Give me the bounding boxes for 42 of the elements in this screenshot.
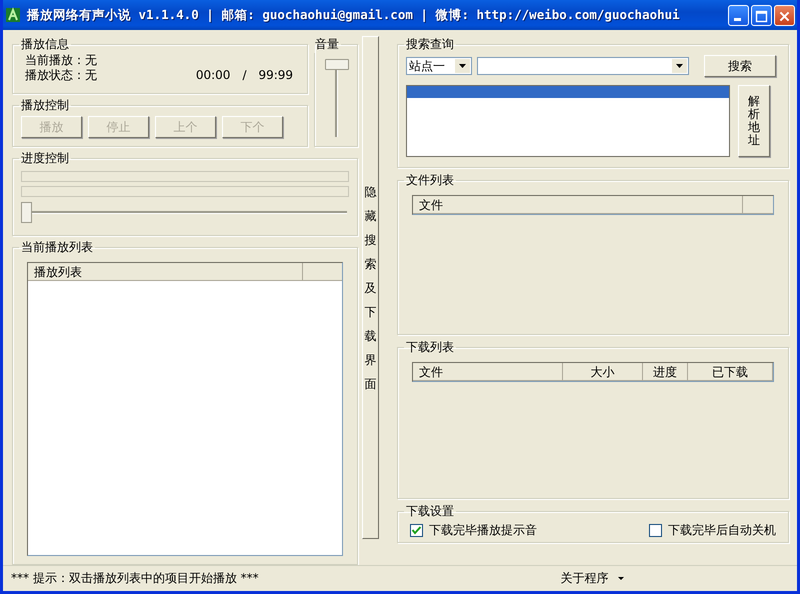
search-button[interactable]: 搜索 (704, 55, 776, 77)
checkbox[interactable] (410, 524, 423, 537)
group-title: 音量 (314, 36, 340, 53)
close-button[interactable] (774, 4, 795, 26)
elapsed-time: 00:00 (196, 68, 230, 83)
results-list[interactable] (406, 85, 730, 157)
group-title: 下载列表 (405, 339, 455, 356)
playlist-table[interactable]: 播放列表 (27, 262, 344, 556)
maximize-button[interactable] (751, 4, 772, 26)
column-header[interactable]: 文件 (413, 363, 563, 380)
parse-address-button[interactable]: 解析地址 (738, 85, 770, 157)
group-title: 进度控制 (20, 150, 70, 167)
minimize-icon (734, 18, 741, 20)
caret-icon (616, 576, 625, 581)
group-title: 下载设置 (405, 503, 455, 520)
download-table[interactable]: 文件 大小 进度 已下载 (412, 362, 774, 382)
slider-thumb[interactable] (325, 59, 350, 70)
column-header[interactable]: 进度 (643, 363, 688, 380)
group-title: 播放信息 (20, 36, 70, 53)
site-dropdown[interactable]: 站点一 (406, 57, 472, 75)
minimize-button[interactable] (728, 4, 749, 26)
query-field[interactable] (477, 57, 689, 75)
slider-thumb[interactable] (21, 202, 32, 223)
column-header[interactable]: 已下载 (688, 363, 773, 380)
checkbox-label[interactable]: 下载完毕播放提示音 (429, 522, 537, 539)
window-title: 播放网络有声小说 v1.1.4.0 | 邮箱: guochaohui@gmail.com | 微博: http://weibo.com/guochaohui (27, 6, 680, 24)
column-header[interactable]: 大小 (563, 363, 643, 380)
total-time: 99:99 (258, 68, 294, 83)
group-title: 播放控制 (20, 97, 70, 114)
status-label: 播放状态：无 (25, 68, 98, 83)
checkbox-label[interactable]: 下载完毕后自动关机 (668, 522, 776, 539)
time-separator: / (242, 68, 246, 83)
splitter-button[interactable]: 隐藏搜索及下载界面 (362, 36, 379, 539)
group-title: 当前播放列表 (20, 239, 94, 256)
checkbox[interactable] (649, 524, 662, 537)
current-track-label: 当前播放：无 (25, 53, 98, 68)
group-title: 搜索查询 (405, 36, 455, 53)
seek-slider[interactable] (21, 201, 350, 223)
status-hint: *** 提示：双击播放列表中的项目开始播放 *** (11, 570, 259, 587)
file-table[interactable]: 文件 (412, 195, 774, 215)
about-menu-button[interactable]: 关于程序 (558, 570, 627, 587)
group-title: 文件列表 (405, 172, 455, 189)
